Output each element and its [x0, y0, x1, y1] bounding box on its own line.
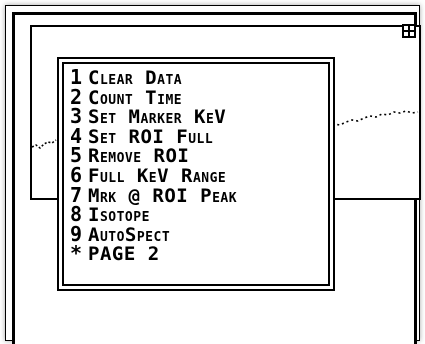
options-menu-border: 1 Clear Data 2 Count Time 3 Set Marker K… — [62, 62, 330, 286]
menu-item-autospect[interactable]: 9 AutoSpect — [70, 224, 324, 244]
menu-item-page-2[interactable]: * PAGE 2 — [70, 244, 324, 264]
menu-item-isotope[interactable]: 8 Isotope — [70, 204, 324, 227]
menu-item-set-marker-kev[interactable]: 3 Set Marker KeV — [70, 106, 324, 129]
menu-label: Set Marker KeV — [88, 106, 227, 129]
menu-item-full-kev-range[interactable]: 6 Full KeV Range — [70, 164, 324, 187]
menu-key: * — [70, 241, 83, 266]
menu-item-clear-data[interactable]: 1 Clear Data — [70, 67, 324, 89]
options-menu: 1 Clear Data 2 Count Time 3 Set Marker K… — [57, 57, 335, 291]
menu-label: Isotope — [88, 204, 150, 227]
menu-item-remove-roi[interactable]: 5 Remove ROI — [70, 146, 324, 166]
grid-box-icon — [402, 24, 416, 38]
menu-item-count-time[interactable]: 2 Count Time — [70, 87, 324, 107]
menu-label: PAGE 2 — [88, 243, 160, 266]
menu-item-mrk-roi-peak[interactable]: 7 Mrk @ ROI Peak — [70, 185, 324, 205]
menu-label: Full KeV Range — [88, 164, 227, 187]
menu-item-set-roi-full[interactable]: 4 Set ROI Full — [70, 126, 324, 146]
menu-label: Clear Data — [88, 67, 183, 89]
menu-list: 1 Clear Data 2 Count Time 3 Set Marker K… — [70, 67, 324, 264]
